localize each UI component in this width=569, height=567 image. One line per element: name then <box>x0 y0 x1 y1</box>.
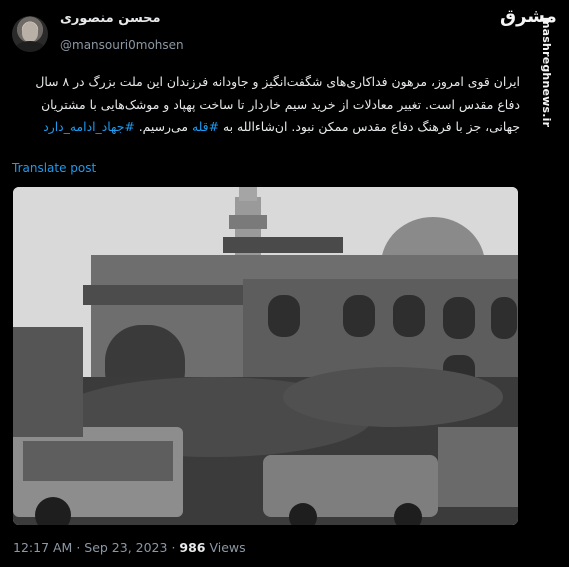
views-count: 986 <box>179 540 206 555</box>
mashregh-url-watermark: mashreghnews.ir <box>540 17 553 128</box>
tweet-text-ending: می‌رسیم. <box>134 119 192 134</box>
tweet-time[interactable]: 12:17 AM <box>13 540 72 555</box>
avatar-shoulders <box>15 41 45 52</box>
author-handle[interactable]: @mansouri0mohsen <box>60 38 184 52</box>
meta-separator: · <box>72 540 85 555</box>
tweet-timestamp: 12:17 AM · Sep 23, 2023 · 986 Views <box>13 540 246 555</box>
tweet-photo[interactable] <box>13 187 518 525</box>
hashtag-jihad-link[interactable]: #جهاد_ادامه_دارد <box>43 119 135 134</box>
hashtag-qolle-link[interactable]: #قله <box>192 119 219 134</box>
views-label: Views <box>205 540 246 555</box>
historical-photo-illustration <box>13 187 518 525</box>
meta-separator: · <box>167 540 180 555</box>
author-display-name[interactable]: محسن منصوری <box>60 11 161 26</box>
tweet-text: ایران قوی امروز، مرهون فداکاری‌های شگفت‌… <box>20 71 520 139</box>
tweet-date[interactable]: Sep 23, 2023 <box>84 540 167 555</box>
avatar-face <box>22 22 38 42</box>
author-avatar[interactable] <box>12 16 48 52</box>
translate-post-link[interactable]: Translate post <box>12 161 96 175</box>
